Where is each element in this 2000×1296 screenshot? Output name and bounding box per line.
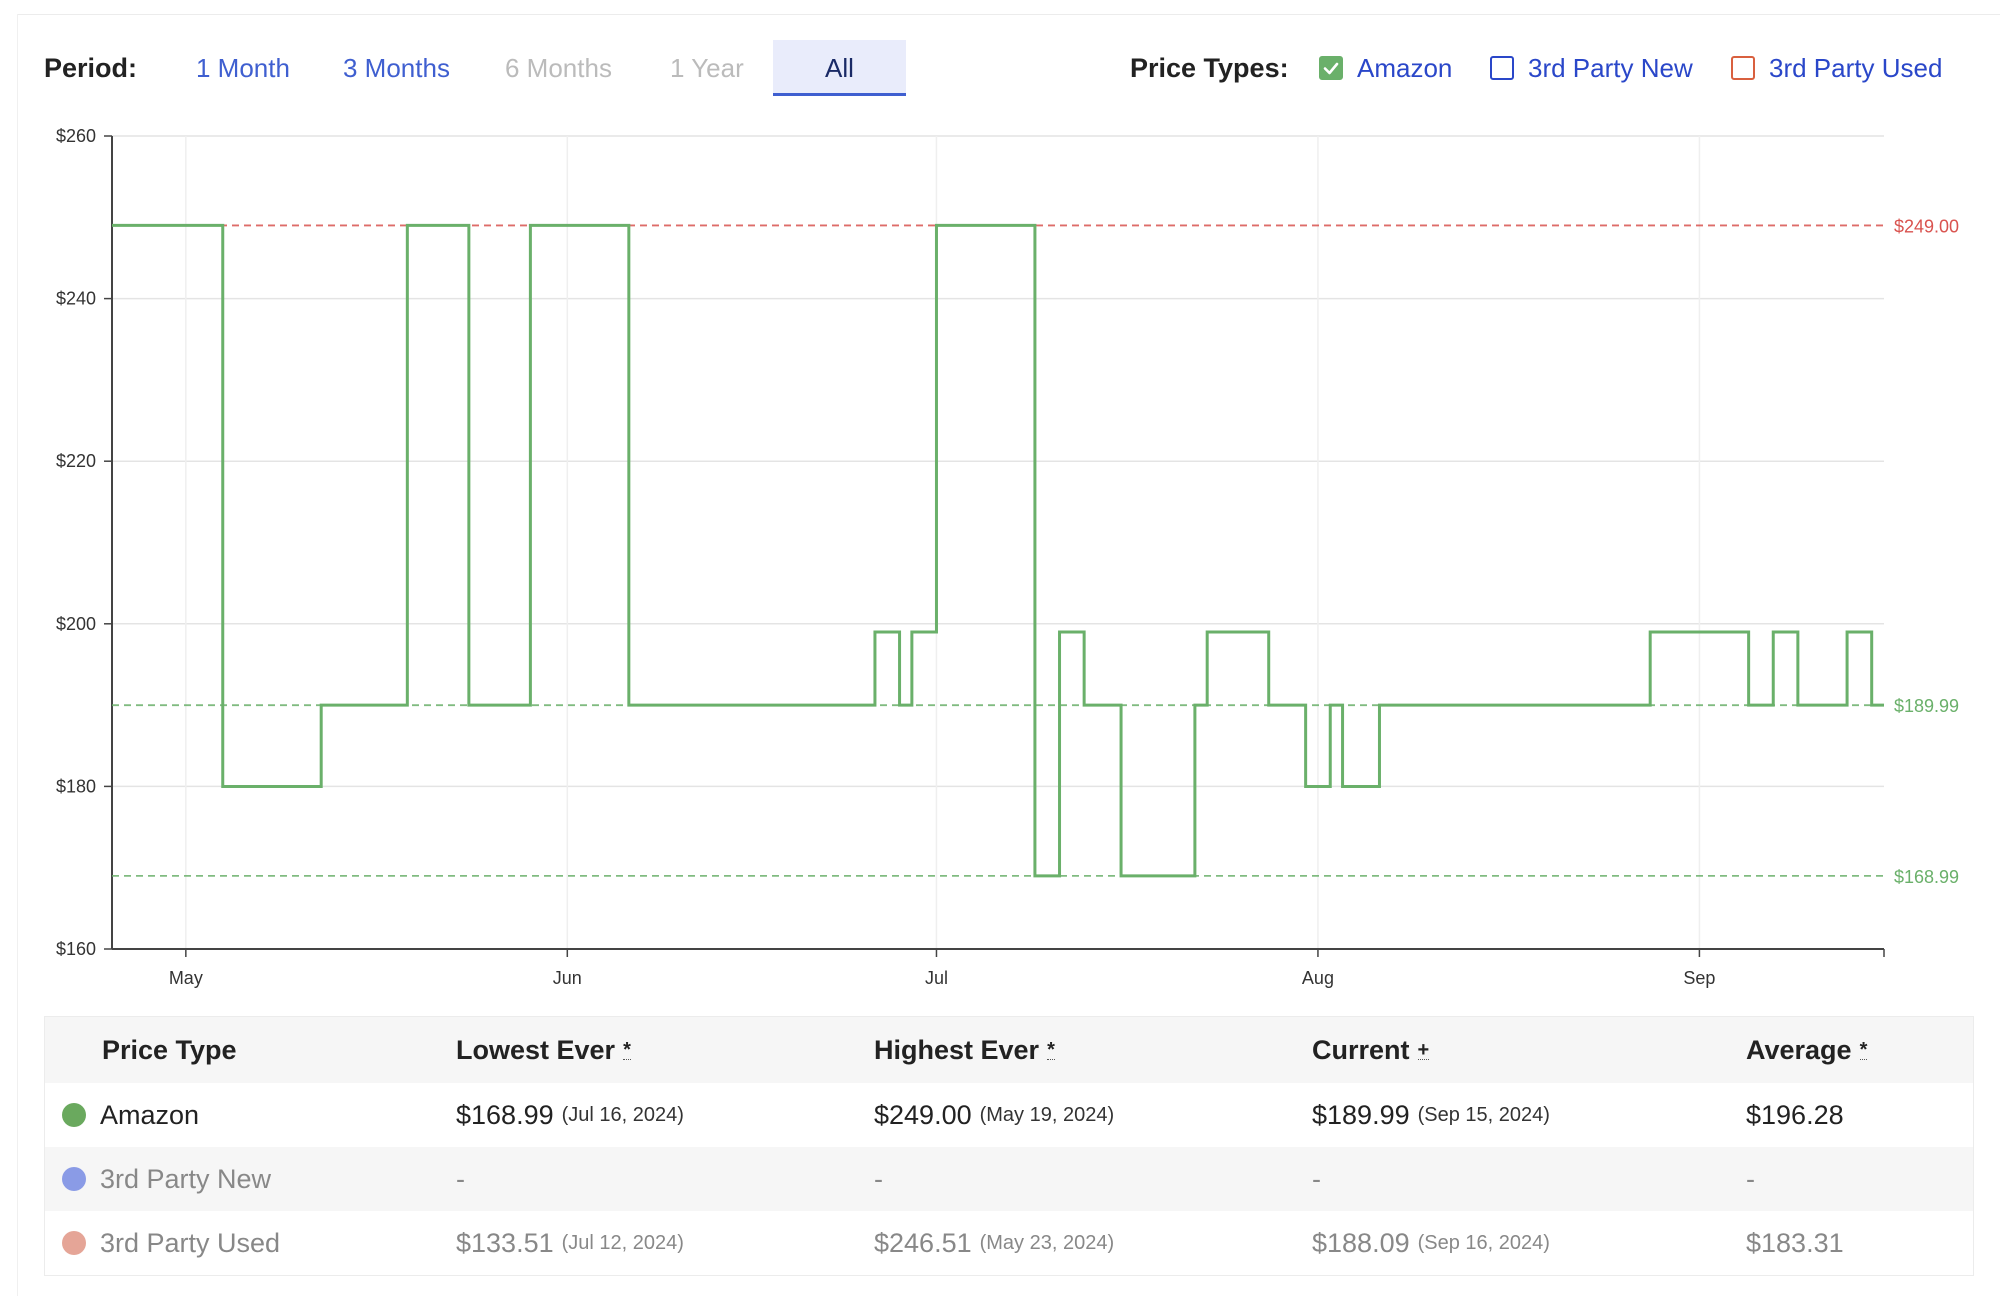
table-header-row: Price Type Lowest Ever * Highest Ever * Cu… xyxy=(45,1017,1973,1083)
row-highest-date: (May 19, 2024) xyxy=(979,1103,1115,1126)
3rd-party-used-color-dot-icon xyxy=(62,1231,86,1255)
header-price-type: Price Type xyxy=(102,1034,237,1065)
row-lowest: $133.51 xyxy=(456,1227,554,1258)
header-highest-ever: Highest Ever * xyxy=(874,1034,1055,1065)
x-tick-label: Aug xyxy=(1302,968,1334,988)
y-tick-label: $180 xyxy=(56,776,96,796)
amazon-color-dot-icon xyxy=(62,1103,86,1127)
row-price-type: 3rd Party Used xyxy=(100,1227,281,1258)
y-tick-label: $200 xyxy=(56,614,96,634)
row-current-date: (Sep 15, 2024) xyxy=(1417,1103,1550,1126)
row-price-type: 3rd Party New xyxy=(100,1163,272,1194)
y-tick-label: $240 xyxy=(56,289,96,309)
reference-line-label: $189.99 xyxy=(1894,696,1959,716)
row-highest: $246.51 xyxy=(874,1227,972,1258)
row-current: - xyxy=(1312,1163,1321,1194)
reference-line-label: $168.99 xyxy=(1894,867,1959,887)
header-lowest-ever: Lowest Ever * xyxy=(456,1034,631,1065)
price-summary-table: Price Type Lowest Ever * Highest Ever * Cu… xyxy=(44,1016,1974,1276)
row-average: - xyxy=(1746,1163,1755,1194)
row-lowest: - xyxy=(456,1163,465,1194)
row-highest: - xyxy=(874,1163,883,1194)
info-asterisk-icon[interactable]: * xyxy=(1047,1040,1055,1060)
x-tick-label: Sep xyxy=(1683,968,1715,988)
row-current-date: (Sep 16, 2024) xyxy=(1417,1231,1550,1254)
y-tick-label: $160 xyxy=(56,939,96,959)
x-tick-label: Jun xyxy=(553,968,582,988)
info-asterisk-icon[interactable]: * xyxy=(623,1040,631,1060)
table-row: 3rd Party Used $133.51 (Jul 12, 2024) $24… xyxy=(45,1211,1973,1275)
x-tick-label: May xyxy=(169,968,203,988)
row-average: $196.28 xyxy=(1746,1099,1844,1130)
row-highest-date: (May 23, 2024) xyxy=(979,1231,1115,1254)
y-tick-label: $260 xyxy=(56,126,96,146)
table-row: Amazon $168.99 (Jul 16, 2024) $249.00 (May… xyxy=(45,1083,1973,1147)
row-lowest-date: (Jul 16, 2024) xyxy=(561,1103,684,1126)
info-asterisk-icon[interactable]: * xyxy=(1859,1040,1868,1060)
header-current: Current + xyxy=(1312,1034,1430,1065)
row-current: $189.99 xyxy=(1312,1099,1410,1130)
row-average: $183.31 xyxy=(1746,1227,1844,1258)
3rd-party-new-color-dot-icon xyxy=(62,1167,86,1191)
row-highest: $249.00 xyxy=(874,1099,972,1130)
series-line-amazon xyxy=(112,223,1884,878)
row-price-type: Amazon xyxy=(100,1099,200,1130)
price-history-chart[interactable]: $160 $180 $200 $220 $240 $260 May Jun Jul Aug Sep $… xyxy=(0,0,2000,1000)
reference-line-label: $249.00 xyxy=(1894,216,1959,236)
y-tick-label: $220 xyxy=(56,451,96,471)
header-average: Average * xyxy=(1746,1034,1868,1065)
row-lowest: $168.99 xyxy=(456,1099,554,1130)
row-current: $188.09 xyxy=(1312,1227,1410,1258)
x-tick-label: Jul xyxy=(925,968,948,988)
info-plus-icon[interactable]: + xyxy=(1417,1040,1430,1060)
row-lowest-date: (Jul 12, 2024) xyxy=(561,1231,684,1254)
table-row: 3rd Party New - - - - xyxy=(45,1147,1973,1211)
